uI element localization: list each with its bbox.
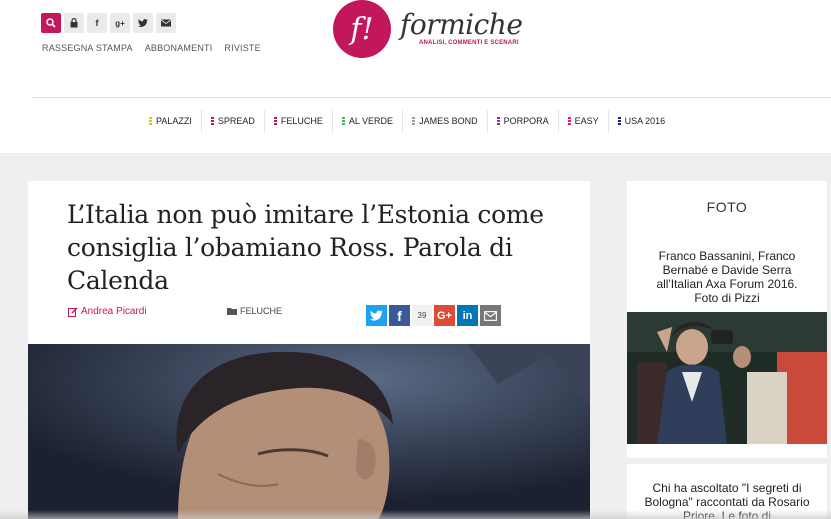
article-card: L’Italia non può imitare l’Estonia come … (28, 181, 590, 519)
nav-item-label: PORPORA (503, 116, 549, 126)
site-header: f g+ RASSEGNA STAMPA ABBONAMENTI RIVISTE… (0, 0, 831, 153)
nav-dot-icon (273, 117, 277, 125)
email-icon (484, 310, 497, 321)
header-icon-bar: f g+ (41, 13, 176, 33)
top-link-abbonamenti[interactable]: ABBONAMENTI (145, 43, 213, 53)
nav-dot-icon (210, 117, 214, 125)
twitter-button[interactable] (133, 13, 153, 33)
main-nav: PALAZZI SPREAD FELUCHE AL VERDE JAMES BO… (140, 110, 674, 132)
nav-dot-icon (412, 117, 416, 125)
nav-item-porpora[interactable]: PORPORA (488, 110, 559, 132)
logo-mark: f! (333, 0, 391, 58)
nav-item-label: AL VERDE (348, 116, 394, 126)
lock-icon (70, 18, 78, 28)
login-button[interactable] (64, 13, 84, 33)
author-name: Andrea Picardi (81, 306, 147, 317)
nav-item-label: JAMES BOND (419, 116, 478, 126)
nav-item-usa-2016[interactable]: USA 2016 (609, 110, 675, 132)
portrait-photo (28, 344, 590, 519)
mail-icon (161, 19, 171, 27)
nav-item-label: PALAZZI (156, 116, 192, 126)
share-twitter-button[interactable] (366, 305, 387, 326)
top-links: RASSEGNA STAMPA ABBONAMENTI RIVISTE (42, 43, 261, 53)
nav-item-james-bond[interactable]: JAMES BOND (403, 110, 488, 132)
nav-item-spread[interactable]: SPREAD (202, 110, 265, 132)
scroll-fade (0, 510, 831, 519)
photo-thumbnail[interactable] (627, 312, 827, 444)
article-author[interactable]: Andrea Picardi (68, 306, 147, 317)
facebook-icon: f (95, 18, 99, 28)
category-label: FELUCHE (240, 306, 283, 316)
nav-item-feluche[interactable]: FELUCHE (265, 110, 333, 132)
nav-dot-icon (496, 117, 500, 125)
twitter-icon (370, 310, 383, 321)
site-logo[interactable]: f! formiche ANALISI, COMMENTI E SCENARI (333, 0, 533, 60)
share-linkedin-button[interactable]: in (457, 305, 478, 326)
article-category[interactable]: FELUCHE (227, 306, 282, 316)
nav-item-easy[interactable]: EASY (559, 110, 609, 132)
facebook-icon: f (397, 307, 402, 324)
share-email-button[interactable] (480, 305, 501, 326)
nav-dot-icon (617, 117, 621, 125)
sidebar-separator (627, 458, 827, 464)
nav-item-label: SPREAD (217, 116, 255, 126)
article-title: L’Italia non può imitare l’Estonia come … (67, 200, 544, 295)
top-link-rassegna[interactable]: RASSEGNA STAMPA (42, 43, 133, 53)
nav-dot-icon (341, 117, 345, 125)
logo-wordmark: formiche (400, 8, 523, 41)
nav-dot-icon (149, 117, 152, 125)
header-divider (32, 97, 831, 98)
nav-item-label: EASY (574, 116, 599, 126)
article-hero-image (28, 344, 590, 519)
edit-icon (68, 307, 78, 317)
mail-button[interactable] (156, 13, 176, 33)
nav-item-label: USA 2016 (624, 116, 666, 126)
search-icon (46, 18, 56, 28)
twitter-icon (138, 19, 148, 27)
logo-tagline: ANALISI, COMMENTI E SCENARI (419, 40, 519, 46)
photo-sidebar: FOTO Franco Bassanini, Franco Bernabé e … (627, 181, 827, 519)
search-button[interactable] (41, 13, 61, 33)
google-plus-icon: g+ (115, 18, 125, 28)
google-plus-icon: G+ (437, 309, 452, 322)
nav-item-palazzi[interactable]: PALAZZI (140, 110, 202, 132)
nav-dot-icon (567, 117, 571, 125)
event-photo (627, 312, 827, 444)
sidebar-title: FOTO (706, 199, 748, 215)
top-link-riviste[interactable]: RIVISTE (224, 43, 260, 53)
google-plus-button[interactable]: g+ (110, 13, 130, 33)
photo-caption-link[interactable]: Franco Bassanini, Franco Bernabé e David… (645, 249, 809, 305)
share-facebook-button[interactable]: f (389, 305, 410, 326)
linkedin-icon: in (462, 309, 473, 322)
folder-icon (227, 308, 237, 315)
share-google-plus-button[interactable]: G+ (434, 305, 455, 326)
share-bar: f 39 G+ in (366, 305, 501, 326)
nav-item-al-verde[interactable]: AL VERDE (333, 110, 404, 132)
share-count: 39 (412, 305, 432, 326)
facebook-button[interactable]: f (87, 13, 107, 33)
nav-item-label: FELUCHE (280, 116, 323, 126)
